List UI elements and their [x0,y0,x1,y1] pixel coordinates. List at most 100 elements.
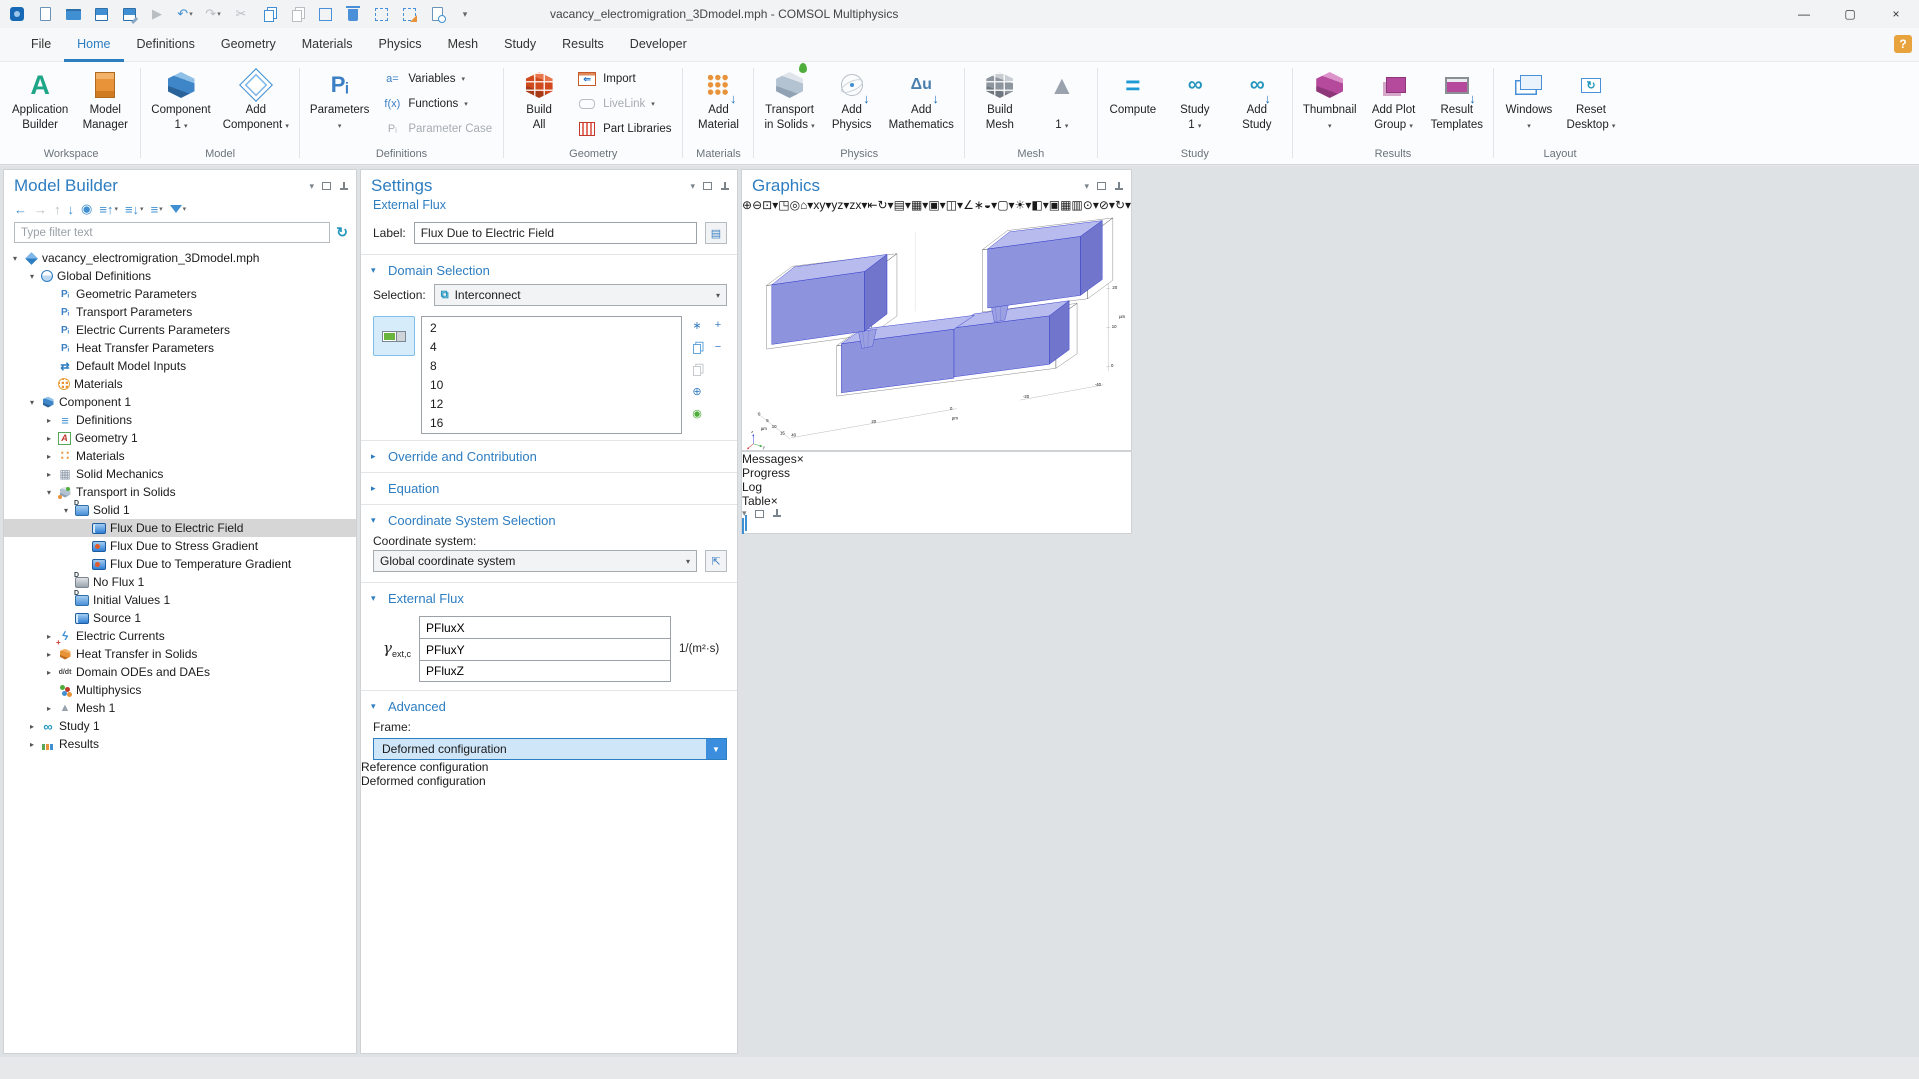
selection-color-icon[interactable]: ⊙▾ [1083,198,1099,212]
menu-tab-mesh[interactable]: Mesh [435,28,492,62]
add-to-selection-icon[interactable]: + [709,316,727,334]
float-panel-icon[interactable] [1097,182,1106,190]
measure-icon[interactable]: ∠ [963,198,974,212]
pick-selection-icon[interactable]: ∗ [688,316,706,334]
grid-toggle-icon[interactable]: ▦ [1060,198,1071,212]
tree-item-transport-in-solids[interactable]: ▾Transport in Solids [4,483,356,501]
new-file-icon[interactable] [36,5,54,23]
tree-item-no-flux-1[interactable]: No Flux 1 [4,573,356,591]
go-to-default-view-icon[interactable]: ⌂▾ [800,198,813,212]
undo-icon[interactable]: ↶▾ [176,5,194,23]
flux-x-input[interactable] [419,616,671,638]
panel-menu-icon[interactable]: ▾ [690,181,695,192]
view-selection-icon[interactable]: ◉ [688,404,706,422]
tree-item-flux-due-to-temperature-gradient[interactable]: Flux Due to Temperature Gradient [4,555,356,573]
select-mode-icon[interactable]: ▢▾ [997,198,1014,212]
update-scene-icon[interactable]: ↻▾ [1115,198,1131,212]
filter-icon[interactable]: ▾ [170,205,187,213]
section-advanced[interactable]: ▾ Advanced [361,691,737,720]
copy-log-icon[interactable] [742,519,744,533]
flux-z-input[interactable] [419,660,671,682]
show-grid-icon[interactable]: ▦▾ [911,198,928,212]
selection-list-item[interactable]: 12 [422,395,681,414]
select-wand-icon[interactable]: ∗ [974,198,984,212]
open-file-icon[interactable] [64,5,82,23]
tree-item-materials[interactable]: Materials [4,375,356,393]
selection-list-item[interactable]: 4 [422,338,681,357]
collapse-arrow-icon[interactable]: ▾ [44,488,54,497]
expand-arrow-icon[interactable]: ▸ [44,668,54,677]
application-builder-button[interactable]: A ApplicationBuilder [7,64,73,147]
menu-tab-results[interactable]: Results [549,28,617,62]
selection-list-item[interactable]: 2 [422,319,681,338]
menu-tab-geometry[interactable]: Geometry [208,28,289,62]
window-split-icon[interactable]: ▣▾ [928,198,945,212]
delete-icon[interactable] [344,5,362,23]
duplicate-icon[interactable] [316,5,334,23]
suppress-selection-icon[interactable]: ⊘▾ [1099,198,1115,212]
expand-all-icon[interactable]: ≡↑▾ [99,202,118,217]
tab-messages[interactable]: Messages× [742,452,1131,466]
part-libraries-button[interactable]: Part Libraries [571,119,677,139]
add-component-button[interactable]: AddComponent ▾ [218,64,294,147]
tree-item-solid-1[interactable]: ▾Solid 1 [4,501,356,519]
pin-panel-icon[interactable] [772,509,781,518]
menu-tab-physics[interactable]: Physics [365,28,434,62]
transport-in-solids-button[interactable]: Transportin Solids ▾ [759,64,819,147]
compute-button[interactable]: = Compute [1103,64,1163,147]
active-selection-toggle[interactable] [373,316,415,356]
label-input[interactable] [414,222,697,244]
move-down-icon[interactable]: ↓ [68,202,75,217]
expand-arrow-icon[interactable]: ▸ [44,632,54,641]
label-options-button[interactable]: ▤ [705,222,727,244]
move-up-icon[interactable]: ↑ [54,202,61,217]
go-to-zx-view-icon[interactable]: zx▾ [849,198,867,212]
zoom-extents-icon[interactable]: ◳ [778,198,789,212]
selection-list[interactable]: 248101216 [421,316,682,434]
expand-arrow-icon[interactable]: ▸ [44,470,54,479]
collapse-arrow-icon[interactable]: ▾ [10,254,20,263]
component-1-button[interactable]: Component1 ▾ [146,64,215,147]
menu-tab-file[interactable]: File [18,28,64,62]
section-coordinate-system[interactable]: ▾ Coordinate System Selection [361,505,737,534]
menu-tab-definitions[interactable]: Definitions [124,28,208,62]
tree-item-study-1[interactable]: ▸Study 1 [4,717,356,735]
expand-arrow-icon[interactable]: ▸ [44,452,54,461]
copy-icon[interactable] [260,5,278,23]
variables-button[interactable]: a=Variables ▾ [376,69,498,89]
tree-item-component-1[interactable]: ▾Component 1 [4,393,356,411]
go-to-view-icon[interactable]: ⇤ [867,198,877,212]
study-1-button[interactable]: ∞ Study1 ▾ [1165,64,1225,147]
paste-selection-icon[interactable] [688,360,706,378]
rotate-view-icon[interactable]: ↻▾ [877,198,893,212]
collapse-arrow-icon[interactable]: ▾ [61,506,71,515]
model-manager-button[interactable]: ModelManager [75,64,135,147]
cut-icon[interactable]: ✂ [232,5,250,23]
collapse-arrow-icon[interactable]: ▾ [27,398,37,407]
float-panel-icon[interactable] [703,182,712,190]
section-domain-selection[interactable]: ▾ Domain Selection [361,255,737,284]
tree-item-global-definitions[interactable]: ▾Global Definitions [4,267,356,285]
flux-y-input[interactable] [419,638,671,660]
selection-list-item[interactable]: 16 [422,414,681,433]
expand-arrow-icon[interactable]: ▸ [27,740,37,749]
tree-item-materials[interactable]: ▸Materials [4,447,356,465]
parameter-case-button[interactable]: PᵢParameter Case [376,119,498,139]
panel-menu-icon[interactable]: ▾ [309,181,314,192]
node-text-icon[interactable]: ≡▾ [151,202,163,217]
frame-option-reference[interactable]: Reference configuration [361,760,737,774]
paste-icon[interactable] [288,5,306,23]
view-split-icon[interactable]: ▣ [1049,198,1060,212]
zoom-to-selection-icon[interactable]: ⊕ [688,382,706,400]
expand-arrow-icon[interactable]: ▸ [44,416,54,425]
tab-progress[interactable]: Progress [742,466,1131,480]
zoom-to-selection-icon[interactable]: ◎ [790,198,800,212]
tree-item-geometry-1[interactable]: ▸Geometry 1 [4,429,356,447]
expand-arrow-icon[interactable]: ▸ [44,650,54,659]
selection-list-item[interactable]: 8 [422,357,681,376]
tree-item-geometric-parameters[interactable]: Geometric Parameters [4,285,356,303]
expand-arrow-icon[interactable]: ▸ [44,434,54,443]
tree-item-flux-due-to-stress-gradient[interactable]: Flux Due to Stress Gradient [4,537,356,555]
tree-item-heat-transfer-in-solids[interactable]: ▸Heat Transfer in Solids [4,645,356,663]
coordinate-system-dropdown[interactable]: Global coordinate system ▾ [373,550,697,572]
